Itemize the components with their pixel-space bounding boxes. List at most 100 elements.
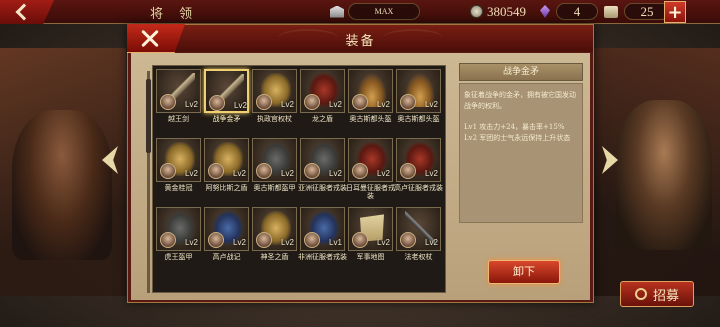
scroll-icon	[604, 5, 618, 18]
item-name: 龙之盾	[312, 115, 333, 123]
equipment-item[interactable]: Lv2 法老权杖	[396, 207, 441, 273]
item-level: Lv2	[281, 238, 294, 247]
equipment-item[interactable]: Lv2 越王剑	[156, 69, 201, 135]
item-name: 非洲征服者戎装	[298, 253, 347, 261]
item-name: 军事地图	[356, 253, 385, 261]
item-name: 亚洲征服者戎装	[298, 184, 347, 192]
equipment-item[interactable]: Lv2 龙之盾	[300, 69, 345, 135]
equipment-item[interactable]: Lv2 战争金矛	[204, 69, 249, 135]
item-name: 奥古斯都头盔	[397, 115, 440, 123]
item-slot: Lv2	[396, 138, 441, 182]
equipment-dialog: 装备 Lv2 越王剑 Lv2 战争金矛 Lv2 执政官权杖 Lv2 龙之盾 Lv2 奥古斯都头盔 L…	[127, 24, 594, 303]
item-level: Lv2	[329, 100, 342, 109]
avatar	[304, 94, 320, 110]
equipment-grid-panel: Lv2 越王剑 Lv2 战争金矛 Lv2 执政官权杖 Lv2 龙之盾 Lv2 奥古斯都头盔 Lv2 奥…	[152, 65, 446, 293]
avatar	[400, 232, 416, 248]
equipment-item[interactable]: Lv2 高卢征服者戎装	[394, 138, 443, 204]
equipment-item[interactable]: Lv2 神圣之盾	[252, 207, 297, 273]
silver-coin-icon	[470, 5, 483, 18]
item-level: Lv2	[377, 238, 390, 247]
equipment-item[interactable]: Lv1 非洲征服者戎装	[298, 207, 347, 273]
item-slot: Lv2	[348, 207, 393, 251]
dialog-title: 装备	[345, 34, 376, 49]
general-portrait-left	[12, 110, 112, 260]
item-slot: Lv2	[204, 138, 249, 182]
item-level: Lv2	[425, 169, 438, 178]
item-name: 日耳曼征服者戎装	[346, 184, 395, 200]
avatar	[160, 163, 176, 179]
top-bar: 将 领 MAX 380549 4 25 +	[0, 0, 720, 24]
equipment-item[interactable]: Lv2 亚洲征服者戎装	[298, 138, 347, 204]
gem-counter: 4	[540, 3, 598, 20]
item-level: Lv2	[377, 169, 390, 178]
item-level: Lv1	[329, 238, 342, 247]
item-slot: Lv2	[156, 138, 201, 182]
gem-amount: 4	[556, 3, 598, 20]
unequip-button[interactable]: 卸下	[488, 260, 560, 284]
item-level: Lv2	[329, 169, 342, 178]
detail-title: 战争金矛	[459, 63, 583, 81]
item-name: 战争金矛	[212, 115, 241, 123]
avatar	[256, 94, 272, 110]
equipment-item[interactable]: Lv2 奥古斯都头盔	[348, 69, 393, 135]
item-level: Lv2	[233, 169, 246, 178]
max-indicator: MAX	[330, 3, 420, 20]
item-level: Lv2	[185, 238, 198, 247]
item-level: Lv2	[233, 238, 246, 247]
equipment-item[interactable]: Lv2 日耳曼征服者戎装	[346, 138, 395, 204]
item-slot: Lv2	[252, 207, 297, 251]
recruit-icon	[634, 288, 647, 300]
item-level: Lv2	[185, 169, 198, 178]
silver-amount: 380549	[487, 3, 526, 19]
item-slot: Lv2	[204, 207, 249, 251]
general-portrait-right	[616, 100, 712, 250]
avatar	[208, 232, 224, 248]
item-slot: Lv2	[300, 138, 345, 182]
detail-panel: 象征着战争的金矛，拥有被它国发动战争的权利。 Lv1 攻击力+24，暴击率+15…	[459, 83, 583, 223]
avatar	[304, 232, 320, 248]
item-slot: Lv1	[300, 207, 345, 251]
equipment-item[interactable]: Lv2 高卢战记	[204, 207, 249, 273]
scrollbar-thumb[interactable]	[146, 79, 151, 153]
item-level: Lv2	[425, 100, 438, 109]
item-slot: Lv2	[252, 69, 297, 113]
avatar	[209, 95, 225, 111]
page-title: 将 领	[150, 7, 199, 22]
item-slot: Lv2	[348, 69, 393, 113]
item-level: Lv2	[377, 100, 390, 109]
item-slot: Lv2	[156, 69, 201, 113]
equipment-item[interactable]: Lv2 执政官权杖	[252, 69, 297, 135]
dialog-header: 装备	[128, 25, 593, 52]
item-slot: Lv2	[204, 69, 249, 113]
item-slot: Lv2	[396, 207, 441, 251]
item-name: 高卢战记	[212, 253, 241, 261]
avatar	[160, 232, 176, 248]
equipment-grid: Lv2 越王剑 Lv2 战争金矛 Lv2 执政官权杖 Lv2 龙之盾 Lv2 奥古斯都头盔 Lv2 奥…	[156, 69, 443, 276]
item-level: Lv2	[281, 169, 294, 178]
item-name: 黄金桂冠	[164, 184, 193, 192]
silver-counter: 380549	[470, 3, 526, 20]
back-button[interactable]	[0, 0, 54, 24]
detail-description: 象征着战争的金矛，拥有被它国发动战争的权利。	[464, 91, 576, 110]
item-level: Lv2	[425, 238, 438, 247]
equipment-item[interactable]: Lv2 奥古斯都头盔	[396, 69, 441, 135]
item-name: 执政官权杖	[257, 115, 292, 123]
item-name: 阿努比斯之盾	[205, 184, 248, 192]
avatar	[208, 163, 224, 179]
add-resource-button[interactable]: +	[664, 1, 686, 23]
detail-effect-lv1: Lv1 攻击力+24，暴击率+15%	[464, 123, 565, 131]
avatar	[160, 94, 176, 110]
equipment-item[interactable]: Lv2 军事地图	[348, 207, 393, 273]
avatar	[352, 94, 368, 110]
item-slot: Lv2	[156, 207, 201, 251]
recruit-button[interactable]: 招募	[620, 281, 694, 307]
item-slot: Lv2	[396, 69, 441, 113]
equipment-item[interactable]: Lv2 奥古斯都盔甲	[252, 138, 297, 204]
avatar	[304, 163, 320, 179]
equipment-item[interactable]: Lv2 虎王盔甲	[156, 207, 201, 273]
item-level: Lv2	[281, 100, 294, 109]
detail-effect-lv2: Lv2 军团的士气永远保持上升状态	[464, 134, 571, 142]
equipment-item[interactable]: Lv2 阿努比斯之盾	[204, 138, 249, 204]
item-name: 奥古斯都头盔	[349, 115, 392, 123]
equipment-item[interactable]: Lv2 黄金桂冠	[156, 138, 201, 204]
